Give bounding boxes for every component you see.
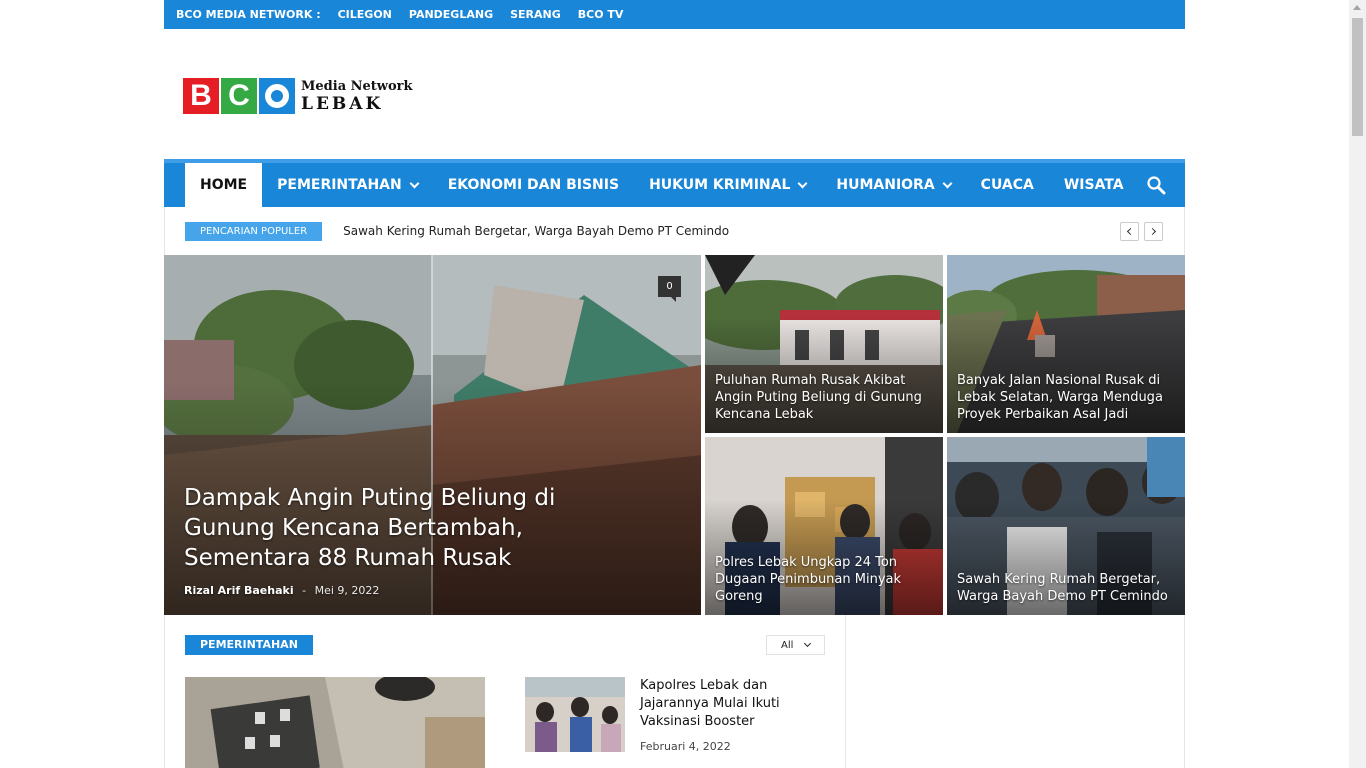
nav-item-home[interactable]: HOME: [185, 163, 263, 207]
featured-tile-4-title[interactable]: Sawah Kering Rumah Bergetar, Warga Bayah…: [957, 571, 1171, 605]
trending-ticker: PENCARIAN POPULER Sawah Kering Rumah Ber…: [164, 207, 1185, 255]
filter-value: All: [781, 639, 794, 651]
category-filter-dropdown[interactable]: All: [766, 635, 825, 655]
sidebar-divider: [845, 615, 846, 768]
featured-tile-3[interactable]: Polres Lebak Ungkap 24 Ton Dugaan Penimb…: [705, 437, 943, 615]
featured-tile-2[interactable]: Banyak Jalan Nasional Rusak di Lebak Sel…: [947, 255, 1185, 433]
nav-item-hukum-kriminal[interactable]: HUKUM KRIMINAL: [634, 163, 821, 207]
nav-label-wisata: WISATA: [1063, 177, 1124, 193]
nav-label-ekonomi: EKONOMI DAN BISNIS: [447, 177, 620, 193]
post-author[interactable]: Rizal Arif Baehaki: [184, 584, 294, 597]
chevron-down-icon: [942, 178, 953, 188]
nav-label-home: HOME: [200, 177, 248, 193]
top-bar: BCO MEDIA NETWORK : CILEGON PANDEGLANG S…: [164, 0, 1185, 29]
logo-letter-c: C: [221, 78, 257, 114]
main-nav: HOME PEMERINTAHAN EKONOMI DAN BISNIS HUK…: [164, 159, 1185, 207]
logo-text: Media Network LEBAK: [301, 80, 413, 113]
side-post-date: Februari 4, 2022: [640, 740, 731, 753]
search-icon[interactable]: [1146, 175, 1166, 195]
category-block: PEMERINTAHAN All Kapolres Lebak dan Jaja…: [164, 615, 1185, 768]
scroll-up-icon[interactable]: [1353, 5, 1361, 10]
ticker-headline[interactable]: Sawah Kering Rumah Bergetar, Warga Bayah…: [343, 224, 729, 238]
nav-label-humaniora: HUMANIORA: [836, 177, 935, 193]
nav-item-pemerintahan[interactable]: PEMERINTAHAN: [262, 163, 433, 207]
site-logo[interactable]: B C Media Network LEBAK: [183, 78, 413, 114]
featured-tile-1[interactable]: Puluhan Rumah Rusak Akibat Angin Puting …: [705, 255, 943, 433]
featured-tile-4[interactable]: Sawah Kering Rumah Bergetar, Warga Bayah…: [947, 437, 1185, 615]
logo-media-network: Media Network: [301, 78, 413, 94]
lead-post-image[interactable]: [185, 677, 485, 768]
site-header: B C Media Network LEBAK: [164, 29, 1185, 159]
meta-separator: -: [302, 584, 307, 597]
featured-tile-1-title[interactable]: Puluhan Rumah Rusak Akibat Angin Puting …: [715, 372, 929, 423]
lead-post-photo: [185, 677, 485, 768]
scrollbar-thumb[interactable]: [1352, 18, 1363, 136]
logo-letter-b: B: [183, 78, 219, 114]
category-badge[interactable]: PEMERINTAHAN: [185, 635, 313, 655]
topbar-link-serang[interactable]: SERANG: [510, 8, 561, 21]
featured-grid: 0 Dampak Angin Puting Beliung di Gunung …: [164, 255, 1185, 615]
topbar-link-pandeglang[interactable]: PANDEGLANG: [409, 8, 493, 21]
chevron-down-icon: [804, 639, 812, 648]
comment-count[interactable]: 0: [658, 276, 681, 302]
chevron-down-icon: [797, 178, 808, 188]
topbar-link-bco-tv[interactable]: BCO TV: [578, 8, 624, 21]
site-wrapper: BCO MEDIA NETWORK : CILEGON PANDEGLANG S…: [164, 0, 1185, 768]
logo-lebak: LEBAK: [301, 93, 384, 114]
page: BCO MEDIA NETWORK : CILEGON PANDEGLANG S…: [0, 0, 1366, 768]
nav-item-ekonomi[interactable]: EKONOMI DAN BISNIS: [433, 163, 634, 207]
featured-tile-3-title[interactable]: Polres Lebak Ungkap 24 Ton Dugaan Penimb…: [715, 554, 929, 605]
chevron-left-icon: [1126, 227, 1135, 236]
nav-label-hukum-kriminal: HUKUM KRIMINAL: [649, 177, 791, 193]
chevron-down-icon: [409, 178, 420, 188]
featured-main-title[interactable]: Dampak Angin Puting Beliung di Gunung Ke…: [184, 483, 581, 573]
featured-main-post[interactable]: 0 Dampak Angin Puting Beliung di Gunung …: [164, 255, 701, 615]
chevron-right-icon: [1148, 227, 1157, 236]
ticker-badge: PENCARIAN POPULER: [185, 221, 323, 241]
nav-item-humaniora[interactable]: HUMANIORA: [821, 163, 965, 207]
post-date: Mei 9, 2022: [314, 584, 380, 597]
ticker-next-button[interactable]: [1144, 222, 1163, 241]
side-post-photo: [525, 677, 625, 752]
ticker-prev-button[interactable]: [1120, 222, 1139, 241]
nav-item-cuaca[interactable]: CUACA: [966, 163, 1049, 207]
logo-letter-o: [259, 78, 295, 114]
nav-label-pemerintahan: PEMERINTAHAN: [277, 177, 402, 193]
side-post-image[interactable]: [525, 677, 625, 752]
side-post-title[interactable]: Kapolres Lebak dan Jajarannya Mulai Ikut…: [640, 677, 805, 731]
featured-tile-2-title[interactable]: Banyak Jalan Nasional Rusak di Lebak Sel…: [957, 372, 1171, 423]
featured-main-caption: Dampak Angin Puting Beliung di Gunung Ke…: [184, 483, 581, 599]
nav-label-cuaca: CUACA: [980, 177, 1034, 193]
topbar-network-label: BCO MEDIA NETWORK :: [176, 8, 321, 21]
featured-main-meta: Rizal Arif Baehaki - Mei 9, 2022: [184, 582, 581, 599]
right-border: [1184, 615, 1185, 768]
topbar-link-cilegon[interactable]: CILEGON: [338, 8, 392, 21]
page-scrollbar[interactable]: [1349, 0, 1366, 768]
nav-item-wisata[interactable]: WISATA: [1049, 163, 1139, 207]
